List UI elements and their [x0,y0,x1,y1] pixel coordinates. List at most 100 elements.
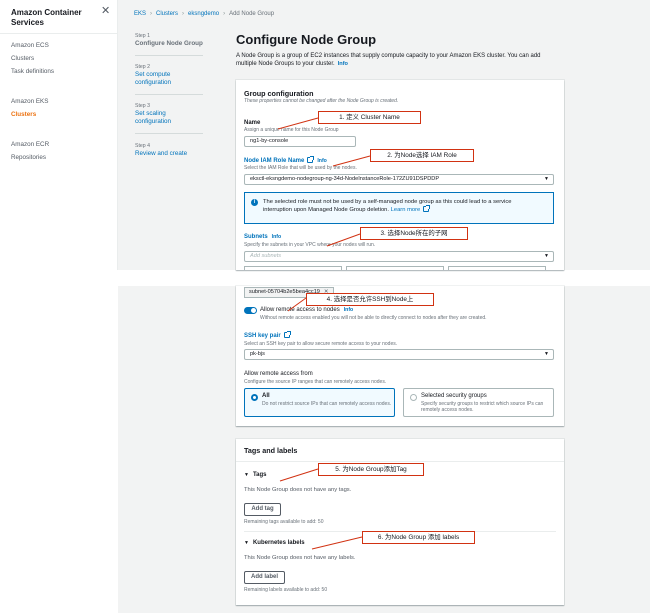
nav-divider [0,33,117,34]
name-label: Name [244,120,261,126]
step-2: Step 2 Set compute configuration [135,64,210,87]
breadcrumb-eks[interactable]: EKS [134,11,146,17]
step-divider [135,133,203,134]
nav-item-task-definitions[interactable]: Task definitions [11,68,54,75]
info-link[interactable]: Info [338,61,348,67]
subnet-token-partial [448,266,546,270]
step-label[interactable]: Review and create [135,150,210,158]
info-link[interactable]: Info [317,158,327,164]
group-configuration-panel-continued: subnet-05704b2e5bea4cc19 ✕ Allow remote a… [236,286,564,426]
ssh-key-description: Select an SSH key pair to allow secure r… [244,341,398,347]
name-input[interactable]: ng1-by-console [244,136,356,147]
annotation-callout-6: 6. 为Node Group 添加 labels [362,531,475,544]
step-3: Step 3 Set scaling configuration [135,103,210,126]
info-link[interactable]: Info [344,307,354,313]
nav-item-amazon-ecr[interactable]: Amazon ECR [11,141,49,148]
alert-text: The selected role must not be used by a … [263,198,533,214]
ssh-key-value: pk-bjs [250,351,265,357]
subnets-select[interactable]: Add subnets ▼ [244,251,554,262]
radio-button[interactable] [410,394,417,401]
add-label-button[interactable]: Add label [244,571,285,584]
subnets-description: Specify the subnets in your VPC where yo… [244,242,376,248]
step-number: Step 1 [135,33,150,39]
chevron-right-icon: › [182,11,185,17]
step-label[interactable]: Set compute configuration [135,71,187,87]
caret-down-icon: ▼ [244,540,249,546]
radio-option-title: Selected security groups [421,393,487,399]
ssh-key-label[interactable]: SSH key pair [244,331,291,339]
iam-role-select[interactable]: eksctl-eksngdemo-nodegroup-ng-34d-NodeIn… [244,174,554,185]
breadcrumb: EKS › Clusters › eksngdemo › Add Node Group [134,11,274,17]
external-link-icon [423,205,431,212]
alert-message: The selected role must not be used by a … [263,199,512,213]
annotation-callout-5: 5. 为Node Group添加Tag [318,463,424,476]
chevron-right-icon: › [150,11,153,17]
step-label[interactable]: Set scaling configuration [135,110,187,126]
annotation-callout-1: 1. 定义 Cluster Name [318,111,421,124]
remote-access-from-description: Configure the source IP ranges that can … [244,379,387,385]
step-1: Step 1 Configure Node Group [135,33,210,48]
radio-option-description: Do not restrict source IPs that can remo… [262,401,392,407]
breadcrumb-current: Add Node Group [229,11,275,17]
learn-more-link[interactable]: Learn more [391,207,421,213]
kubernetes-labels-header: Kubernetes labels [252,540,305,546]
tags-expander[interactable]: ▼ Tags [244,472,267,478]
radio-option-security-groups[interactable]: Selected security groups Specify securit… [403,388,554,417]
close-icon[interactable]: ✕ [101,6,110,17]
breadcrumb-clusters[interactable]: Clusters [156,11,178,17]
tags-header: Tags [252,472,267,478]
section-divider [236,461,564,462]
external-link-icon [307,156,315,163]
iam-role-value: eksctl-eksngdemo-nodegroup-ng-34d-NodeIn… [250,176,440,182]
radio-button[interactable] [251,394,258,401]
iam-role-description: Select the IAM Role that will be used by… [244,165,357,171]
side-navigation: Amazon Container Services ✕ Amazon ECS C… [0,0,118,270]
subnets-label-text: Subnets [244,234,268,240]
section-title: Tags and labels [244,446,298,455]
remote-access-label: Allow remote access to nodes Info [260,307,353,313]
remote-access-toggle[interactable] [244,307,257,314]
remote-access-label-text: Allow remote access to nodes [260,307,340,313]
iam-role-label[interactable]: Node IAM Role Name Info [244,156,327,164]
labels-remaining-text: Remaining labels available to add: 50 [244,587,328,593]
info-link[interactable]: Info [272,234,282,240]
section-subtitle: These properties cannot be changed after… [244,98,399,104]
page-description: A Node Group is a group of EC2 instances… [236,52,556,68]
chevron-right-icon: › [223,11,226,17]
page-description-text: A Node Group is a group of EC2 instances… [236,53,541,67]
step-number: Step 3 [135,103,150,109]
group-configuration-panel: Group configuration These properties can… [236,80,564,270]
add-tag-button[interactable]: Add tag [244,503,281,516]
annotation-callout-2: 2. 为Node选择 IAM Role [370,149,474,162]
nav-item-repositories[interactable]: Repositories [11,154,46,161]
tags-remaining-text: Remaining tags available to add: 50 [244,519,324,525]
subnets-placeholder: Add subnets [250,253,282,259]
step-4: Step 4 Review and create [135,143,210,158]
nav-item-eks-clusters[interactable]: Clusters [11,111,36,118]
section-title: Group configuration [244,89,314,98]
labels-empty-text: This Node Group does not have any labels… [244,555,356,561]
iam-role-label-text: Node IAM Role Name [244,158,305,164]
nav-item-ecs-clusters[interactable]: Clusters [11,55,34,62]
ssh-key-label-text: SSH key pair [244,333,281,339]
tags-empty-text: This Node Group does not have any tags. [244,487,352,493]
page-title: Configure Node Group [236,32,377,47]
nav-item-amazon-ecs[interactable]: Amazon ECS [11,42,49,49]
nav-item-amazon-eks[interactable]: Amazon EKS [11,98,48,105]
breadcrumb-cluster[interactable]: eksngdemo [188,11,219,17]
annotation-callout-3: 3. 选择Node所在的子网 [360,227,468,240]
remote-access-from-label: Allow remote access from [244,371,313,377]
radio-option-title: All [262,393,270,399]
kubernetes-labels-expander[interactable]: ▼ Kubernetes labels [244,540,305,546]
radio-option-all[interactable]: All Do not restrict source IPs that can … [244,388,395,417]
annotation-callout-4: 4. 选择是否允许SSH到Node上 [306,293,434,306]
info-circle-icon: i [251,199,258,206]
step-divider [135,94,203,95]
step-number: Step 4 [135,143,150,149]
subnets-label: Subnets Info [244,234,281,240]
caret-down-icon: ▼ [544,351,549,357]
info-alert: i The selected role must not be used by … [244,192,554,224]
nav-title: Amazon Container Services [11,8,82,27]
caret-down-icon: ▼ [544,176,549,182]
ssh-key-select[interactable]: pk-bjs ▼ [244,349,554,360]
